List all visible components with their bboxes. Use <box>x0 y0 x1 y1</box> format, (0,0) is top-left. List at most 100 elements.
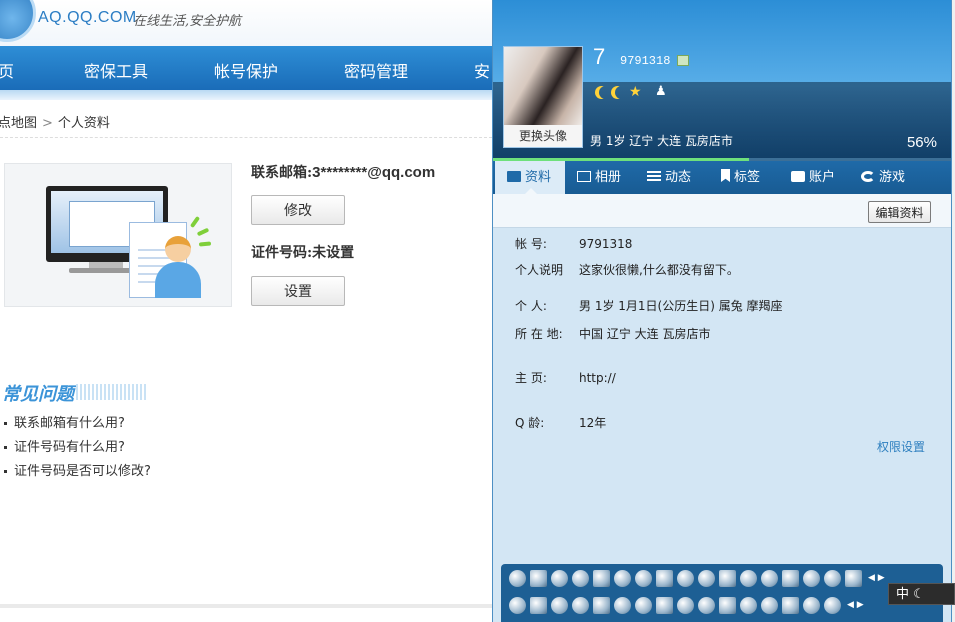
service-icon[interactable] <box>656 570 673 587</box>
email-label: 联系邮箱: <box>251 165 313 181</box>
nickname: 7 <box>593 44 606 69</box>
nav-item-password-management[interactable]: 密码管理 <box>344 58 408 82</box>
avatar[interactable]: 更换头像 <box>503 46 583 148</box>
breadcrumb-current: 个人资料 <box>57 116 110 131</box>
service-icon[interactable] <box>635 597 652 614</box>
email-row: 联系邮箱:3********@qq.com <box>251 162 435 182</box>
field-account: 帐 号: 9791318 <box>515 237 633 251</box>
photo-icon <box>577 171 591 182</box>
site-url-text: AQ.QQ.COM <box>38 9 137 26</box>
set-id-button[interactable]: 设置 <box>251 276 345 306</box>
bookmark-icon <box>721 169 730 182</box>
service-icon[interactable] <box>614 597 631 614</box>
faq-title-decoration <box>76 384 146 400</box>
service-icon[interactable] <box>551 597 568 614</box>
change-avatar-button[interactable]: 更换头像 <box>504 125 582 147</box>
profile-info: 帐 号: 9791318 个人说明 这家伙很懒,什么都没有留下。 个 人: 男 1岁 … <box>493 228 951 550</box>
service-icon[interactable] <box>824 597 841 614</box>
site-logo[interactable] <box>0 0 36 42</box>
service-icon[interactable] <box>803 570 820 587</box>
service-icon[interactable] <box>824 570 841 587</box>
qq-number: 9791318 <box>620 54 671 68</box>
game-swirl-icon <box>861 171 875 182</box>
basic-info: 男 1岁 辽宁 大连 瓦房店市 <box>590 134 733 148</box>
service-icon[interactable] <box>593 570 610 587</box>
service-icon[interactable] <box>677 597 694 614</box>
service-icon[interactable] <box>677 570 694 587</box>
field-homepage: 主 页: http:// <box>515 371 616 385</box>
service-icon[interactable] <box>593 597 610 614</box>
penguin-icon[interactable]: ♟ <box>655 84 667 99</box>
service-icon[interactable] <box>761 570 778 587</box>
page-footer-line <box>0 604 492 608</box>
tab-tags[interactable]: 标签 <box>721 161 760 194</box>
person-graphic <box>165 236 191 262</box>
edit-profile-button[interactable]: 编辑资料 <box>868 201 931 223</box>
service-icon[interactable] <box>551 570 568 587</box>
service-icon[interactable] <box>509 597 526 614</box>
service-icon[interactable] <box>782 597 799 614</box>
profile-header: 更换头像 7 9791318 ★ ♟ 男 1岁 辽宁 大连 瓦房店市 56% <box>493 0 951 158</box>
service-icon[interactable] <box>614 570 631 587</box>
site-slogan: 在线生活,安全护航 <box>133 14 242 29</box>
service-icon[interactable] <box>740 597 757 614</box>
service-icon[interactable] <box>635 570 652 587</box>
tray-scroll-arrows-icon[interactable]: ◀ ▶ <box>868 570 885 587</box>
level-moon-icon[interactable] <box>615 86 628 99</box>
nav-item-home[interactable]: 页 <box>0 58 14 82</box>
breadcrumb-separator: > <box>42 116 53 131</box>
divider <box>0 137 492 138</box>
profile-illustration <box>4 163 232 307</box>
tray-scroll-arrows-icon[interactable]: ◀ ▶ <box>847 597 864 614</box>
service-icon[interactable] <box>698 597 715 614</box>
modify-email-button[interactable]: 修改 <box>251 195 345 225</box>
breadcrumb: 点地图 > 个人资料 <box>0 112 110 131</box>
faq-item[interactable]: 证件号码有什么用? <box>4 436 151 460</box>
service-icon-row: ◀ ▶ <box>509 570 885 587</box>
faq-title: 常见问题 <box>2 384 74 405</box>
screen: AQ.QQ.COM 在线生活,安全护航 页 密保工具 帐号保护 密码管理 安 点… <box>0 0 955 622</box>
service-icon[interactable] <box>761 597 778 614</box>
email-value: 3********@qq.com <box>312 164 436 181</box>
faq-item[interactable]: 证件号码是否可以修改? <box>4 460 151 484</box>
service-icon[interactable] <box>530 597 547 614</box>
service-icon[interactable] <box>530 570 547 587</box>
ime-status-bar[interactable]: 中 ☾ <box>888 583 955 605</box>
tab-account[interactable]: 账户 <box>791 161 835 194</box>
ime-language-label: 中 <box>896 587 910 602</box>
service-icon[interactable] <box>572 570 589 587</box>
tab-album[interactable]: 相册 <box>577 161 621 194</box>
profile-toolbar: 编辑资料 <box>493 194 951 228</box>
service-icon[interactable] <box>803 597 820 614</box>
service-icon[interactable] <box>740 570 757 587</box>
field-location: 所 在 地: 中国 辽宁 大连 瓦房店市 <box>515 327 711 341</box>
tab-feed[interactable]: 动态 <box>647 161 691 194</box>
level-moon-icon[interactable] <box>599 86 612 99</box>
qq-profile-panel: 更换头像 7 9791318 ★ ♟ 男 1岁 辽宁 大连 瓦房店市 56% 资… <box>492 0 952 622</box>
homepage-link[interactable]: http:// <box>579 371 616 385</box>
service-icon[interactable] <box>509 570 526 587</box>
permission-settings-link[interactable]: 权限设置 <box>877 438 925 455</box>
faq-list: 联系邮箱有什么用? 证件号码有什么用? 证件号码是否可以修改? <box>4 412 151 484</box>
moon-icon: ☾ <box>913 587 925 602</box>
nav-item-security[interactable]: 安 <box>474 58 490 82</box>
breadcrumb-sitemap[interactable]: 点地图 <box>0 116 37 131</box>
nav-item-security-tools[interactable]: 密保工具 <box>84 58 148 82</box>
tab-games[interactable]: 游戏 <box>861 161 905 194</box>
service-icon-row: ◀ ▶ <box>509 597 864 614</box>
level-star-icon[interactable]: ★ <box>629 84 642 100</box>
nav-item-account-protection[interactable]: 帐号保护 <box>214 58 278 82</box>
vip-icon[interactable] <box>677 55 689 66</box>
faq-item[interactable]: 联系邮箱有什么用? <box>4 412 151 436</box>
service-icon[interactable] <box>719 597 736 614</box>
service-icon-tray: ◀ ▶ ◀ ▶ <box>501 564 943 622</box>
briefcase-icon <box>791 171 805 182</box>
id-value: 未设置 <box>312 245 355 261</box>
service-icon[interactable] <box>698 570 715 587</box>
service-icon[interactable] <box>782 570 799 587</box>
service-icon[interactable] <box>656 597 673 614</box>
service-icon[interactable] <box>845 570 862 587</box>
field-qq-age: Q 龄: 12年 <box>515 416 607 430</box>
service-icon[interactable] <box>572 597 589 614</box>
service-icon[interactable] <box>719 570 736 587</box>
